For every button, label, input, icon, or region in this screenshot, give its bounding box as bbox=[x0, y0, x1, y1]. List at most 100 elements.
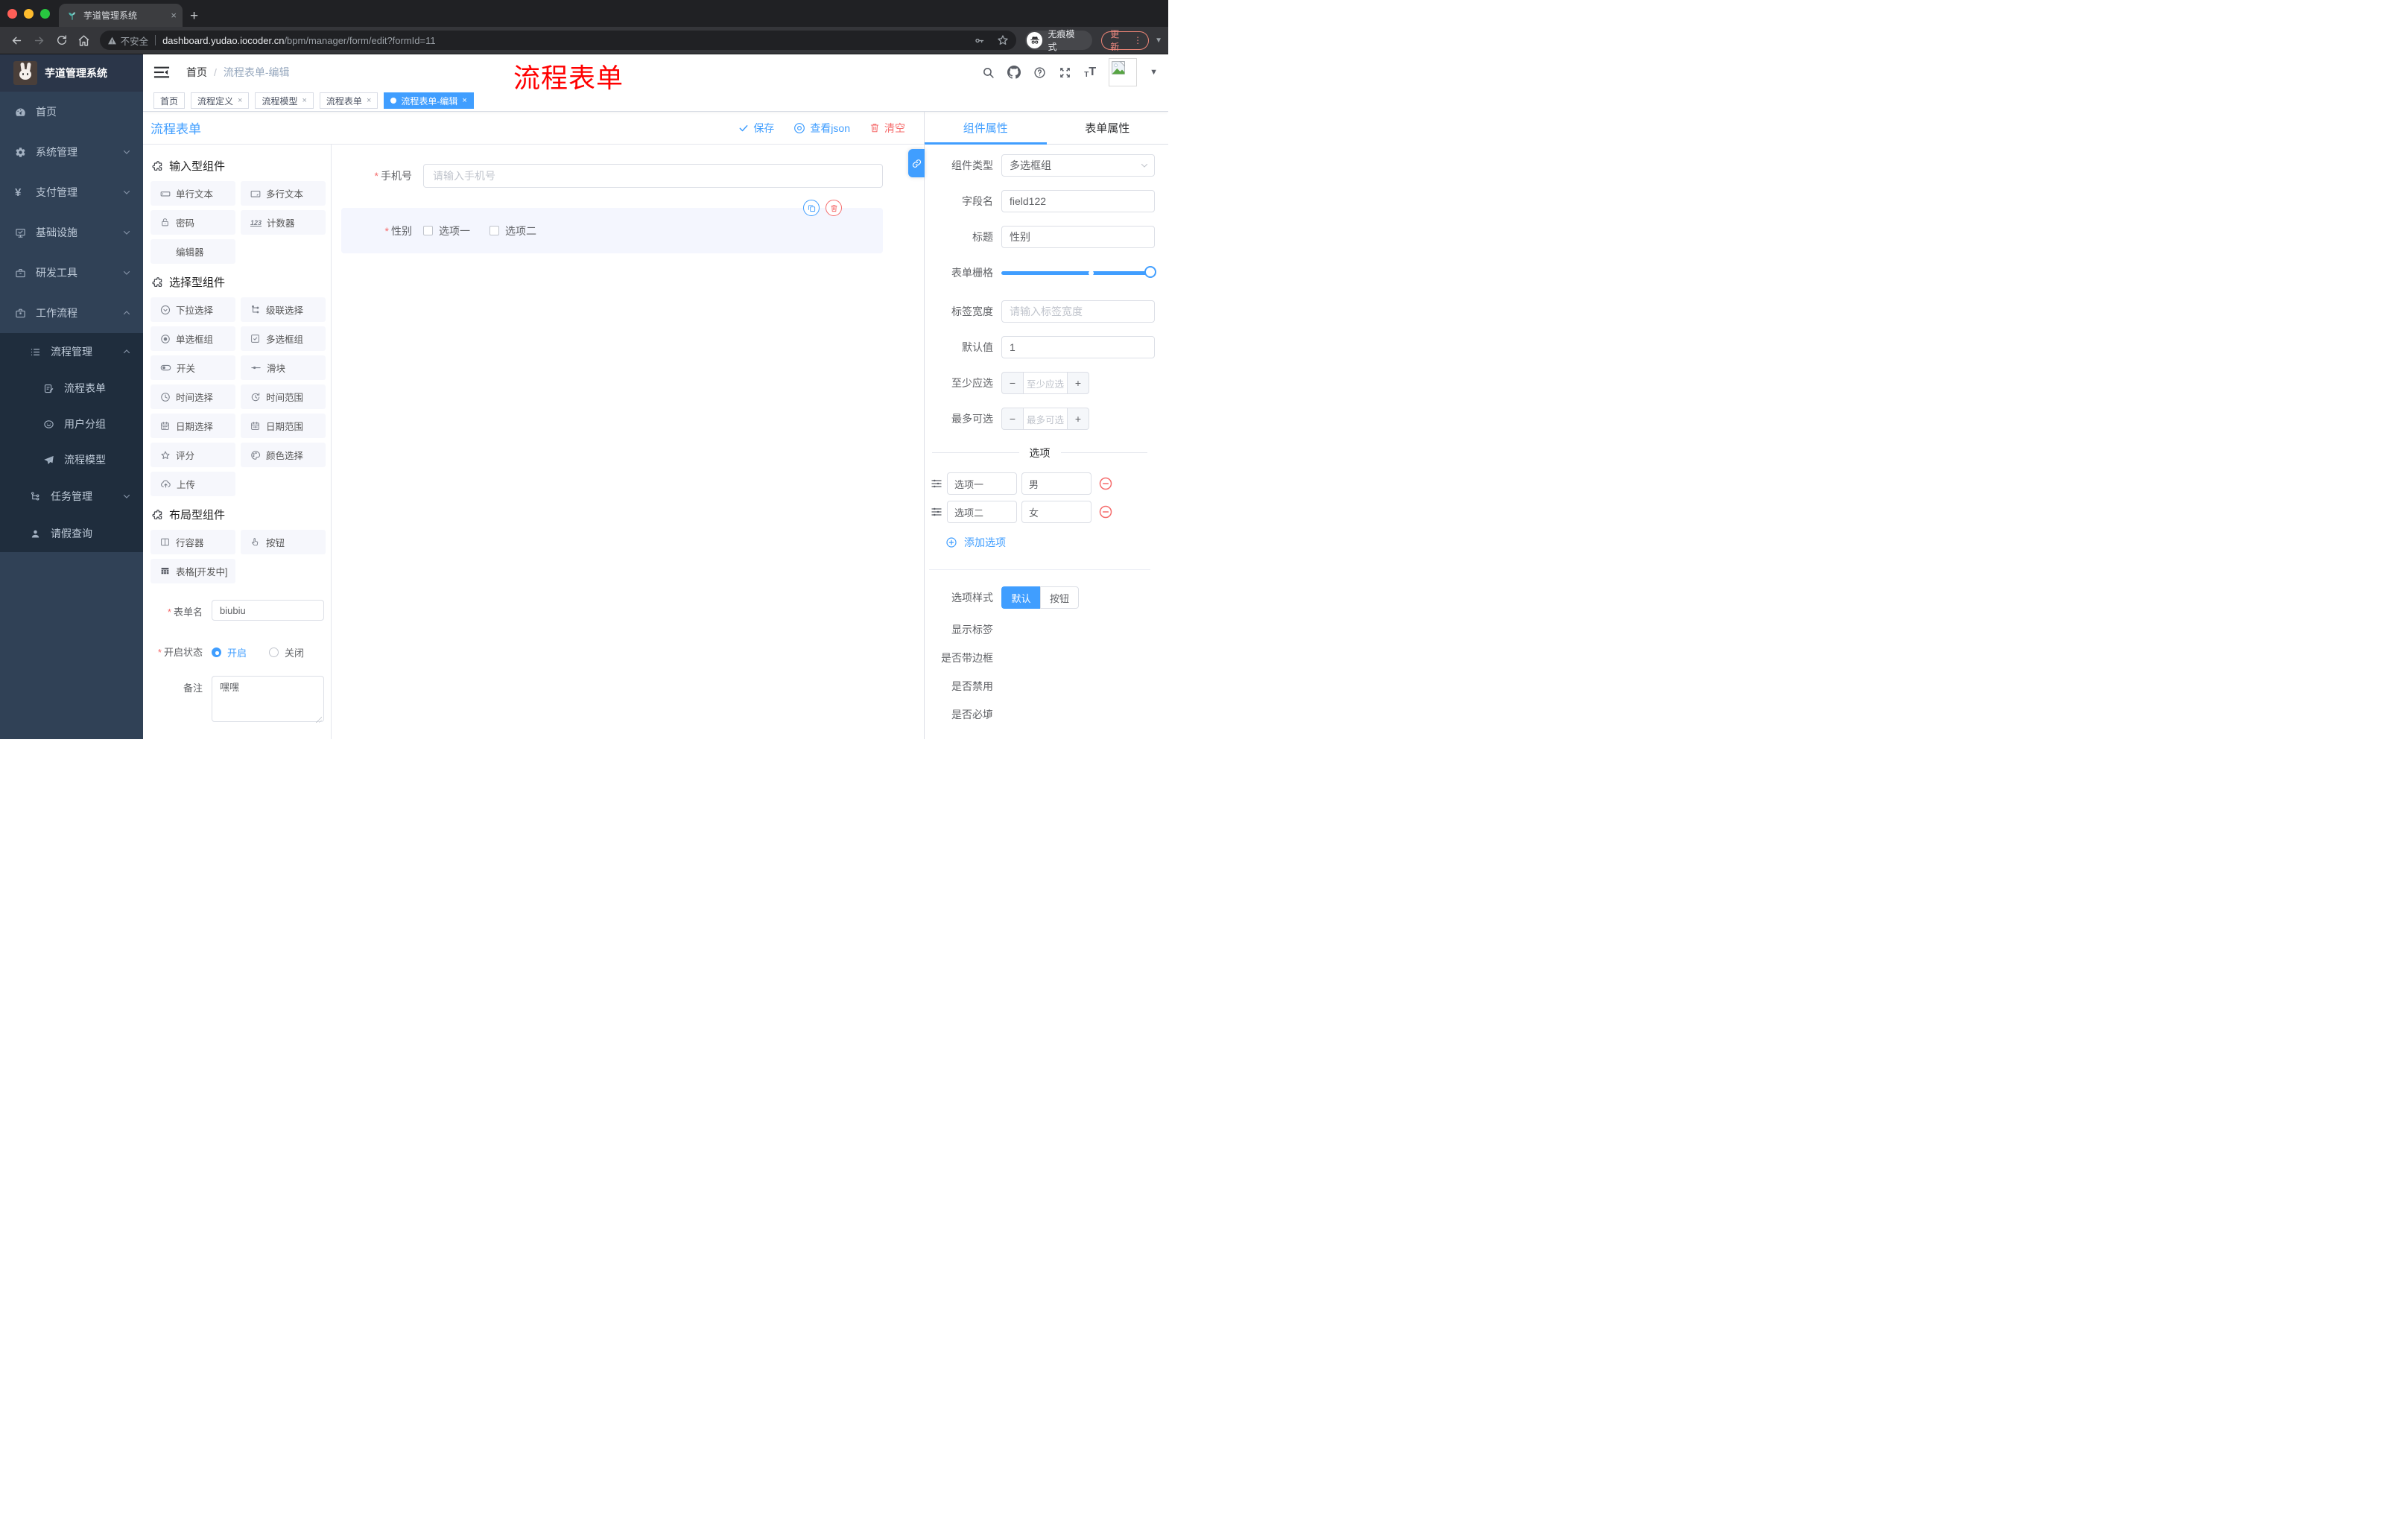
help-icon[interactable] bbox=[1033, 66, 1046, 79]
palette-item-rate[interactable]: 评分 bbox=[150, 443, 235, 467]
canvas-field-phone[interactable]: * 手机号 bbox=[332, 164, 883, 188]
bookmark-star-icon[interactable] bbox=[997, 34, 1009, 46]
sidebar-item-process-form[interactable]: 流程表单 bbox=[0, 370, 143, 406]
palette-item-table[interactable]: 表格[开发中] bbox=[150, 559, 235, 583]
key-icon[interactable] bbox=[974, 35, 985, 46]
palette-item-color-picker[interactable]: 颜色选择 bbox=[241, 443, 326, 467]
tab-close-icon[interactable]: × bbox=[171, 10, 177, 20]
sidebar-item-task-manage[interactable]: 任务管理 bbox=[0, 478, 143, 515]
palette-item-radio-group[interactable]: 单选框组 bbox=[150, 326, 235, 351]
drag-handle-icon[interactable] bbox=[931, 506, 942, 518]
status-on-radio[interactable] bbox=[212, 647, 221, 657]
drag-handle-icon[interactable] bbox=[931, 478, 942, 490]
chrome-caret-icon[interactable]: ▼ bbox=[1155, 37, 1162, 45]
sidebar-item-devtools[interactable]: 研发工具 bbox=[0, 253, 143, 293]
label-width-input[interactable] bbox=[1001, 300, 1155, 323]
tag-process-definition[interactable]: 流程定义 × bbox=[191, 92, 250, 109]
zoom-window-button[interactable] bbox=[40, 8, 50, 19]
delete-component-button[interactable] bbox=[826, 200, 842, 216]
remark-textarea[interactable]: 嘿嘿 bbox=[212, 676, 324, 722]
canvas-field-gender-selected[interactable]: * 性别 选项一 选项二 bbox=[341, 200, 883, 253]
decrease-button[interactable]: − bbox=[1002, 408, 1023, 429]
sidebar-item-pay[interactable]: ¥ 支付管理 bbox=[0, 172, 143, 212]
palette-item-password[interactable]: 密码 bbox=[150, 210, 235, 235]
slider-handle[interactable] bbox=[1144, 266, 1156, 278]
form-grid-slider[interactable] bbox=[1001, 262, 1156, 284]
browser-tab[interactable]: 芋道管理系统 × bbox=[59, 4, 183, 27]
status-off-radio[interactable] bbox=[269, 647, 279, 657]
palette-item-counter[interactable]: 123 计数器 bbox=[241, 210, 326, 235]
github-icon[interactable] bbox=[1007, 66, 1021, 79]
checkbox-icon[interactable] bbox=[489, 226, 499, 235]
tag-close-icon[interactable]: × bbox=[302, 96, 306, 105]
palette-item-select[interactable]: 下拉选择 bbox=[150, 297, 235, 322]
sidebar-item-workflow[interactable]: 工作流程 bbox=[0, 293, 143, 333]
decrease-button[interactable]: − bbox=[1002, 373, 1023, 393]
palette-item-editor[interactable]: 编辑器 bbox=[150, 239, 235, 264]
title-input[interactable] bbox=[1001, 226, 1155, 248]
add-option-button[interactable]: 添加选项 bbox=[945, 535, 1155, 550]
field-name-input[interactable] bbox=[1001, 190, 1155, 212]
breadcrumb-home[interactable]: 首页 bbox=[186, 65, 207, 80]
palette-item-multi-text[interactable]: 多行文本 bbox=[241, 181, 326, 206]
status-on-label[interactable]: 开启 bbox=[227, 645, 247, 659]
style-default-button[interactable]: 默认 bbox=[1001, 586, 1040, 609]
sidebar-item-system[interactable]: 系统管理 bbox=[0, 132, 143, 172]
max-select-input[interactable]: 最多可选 bbox=[1023, 408, 1068, 429]
palette-item-cascader[interactable]: 级联选择 bbox=[241, 297, 326, 322]
option-label-input[interactable] bbox=[947, 472, 1017, 495]
tag-process-model[interactable]: 流程模型 × bbox=[255, 92, 314, 109]
increase-button[interactable]: + bbox=[1068, 373, 1089, 393]
tag-process-form[interactable]: 流程表单 × bbox=[319, 92, 378, 109]
status-off-label[interactable]: 关闭 bbox=[285, 645, 304, 659]
option-value-input[interactable] bbox=[1021, 501, 1091, 523]
palette-item-single-text[interactable]: 单行文本 bbox=[150, 181, 235, 206]
duplicate-component-button[interactable] bbox=[803, 200, 820, 216]
palette-item-checkbox-group[interactable]: 多选框组 bbox=[241, 326, 326, 351]
gender-option-1[interactable]: 选项一 bbox=[423, 224, 470, 238]
palette-item-switch[interactable]: 开关 bbox=[150, 355, 235, 380]
tag-close-icon[interactable]: × bbox=[238, 96, 242, 105]
sidebar-item-home[interactable]: 首页 bbox=[0, 92, 143, 132]
address-bar[interactable]: 不安全 dashboard.yudao.iocoder.cn/bpm/manag… bbox=[99, 31, 1016, 50]
palette-item-upload[interactable]: 上传 bbox=[150, 472, 235, 496]
palette-item-date-range[interactable]: 日期范围 bbox=[241, 414, 326, 438]
sidebar-item-user-group[interactable]: 用户分组 bbox=[0, 406, 143, 442]
palette-item-time-range[interactable]: 时间范围 bbox=[241, 384, 326, 409]
tab-component-props[interactable]: 组件属性 bbox=[925, 112, 1047, 145]
remove-option-button[interactable] bbox=[1098, 504, 1113, 519]
tag-close-icon[interactable]: × bbox=[367, 96, 371, 105]
save-button[interactable]: 保存 bbox=[738, 121, 774, 136]
home-icon[interactable] bbox=[73, 30, 95, 51]
search-icon[interactable] bbox=[982, 66, 995, 79]
fullscreen-icon[interactable] bbox=[1059, 66, 1071, 79]
collapse-sidebar-icon[interactable] bbox=[153, 66, 170, 79]
tag-close-icon[interactable]: × bbox=[462, 96, 466, 105]
min-select-input[interactable]: 至少应选 bbox=[1023, 373, 1068, 393]
palette-item-row-container[interactable]: 行容器 bbox=[150, 530, 235, 554]
gender-option-2[interactable]: 选项二 bbox=[489, 224, 536, 238]
clear-button[interactable]: 清空 bbox=[869, 121, 905, 136]
option-value-input[interactable] bbox=[1021, 472, 1091, 495]
back-icon[interactable] bbox=[6, 30, 28, 51]
palette-item-button[interactable]: 按钮 bbox=[241, 530, 326, 554]
style-button-button[interactable]: 按钮 bbox=[1040, 586, 1080, 609]
form-name-input[interactable] bbox=[212, 600, 324, 621]
view-json-button[interactable]: 查看json bbox=[793, 121, 850, 136]
font-size-icon[interactable]: TT bbox=[1084, 66, 1096, 79]
minimize-window-button[interactable] bbox=[24, 8, 34, 19]
avatar[interactable] bbox=[1109, 58, 1138, 86]
palette-item-date-picker[interactable]: 日期选择 bbox=[150, 414, 235, 438]
component-type-select[interactable] bbox=[1001, 154, 1155, 177]
palette-item-slider[interactable]: 滑块 bbox=[241, 355, 326, 380]
close-window-button[interactable] bbox=[7, 8, 17, 19]
sidebar-item-leave-query[interactable]: 请假查询 bbox=[0, 515, 143, 552]
phone-input[interactable] bbox=[423, 164, 883, 188]
avatar-caret-icon[interactable]: ▼ bbox=[1150, 68, 1158, 77]
sidebar-item-process-manage[interactable]: 流程管理 bbox=[0, 333, 143, 370]
tag-home[interactable]: 首页 bbox=[153, 92, 186, 109]
slider-track[interactable] bbox=[1001, 270, 1155, 275]
palette-item-time-picker[interactable]: 时间选择 bbox=[150, 384, 235, 409]
tab-form-props[interactable]: 表单属性 bbox=[1047, 112, 1169, 144]
security-chip[interactable]: 不安全 bbox=[107, 34, 148, 48]
